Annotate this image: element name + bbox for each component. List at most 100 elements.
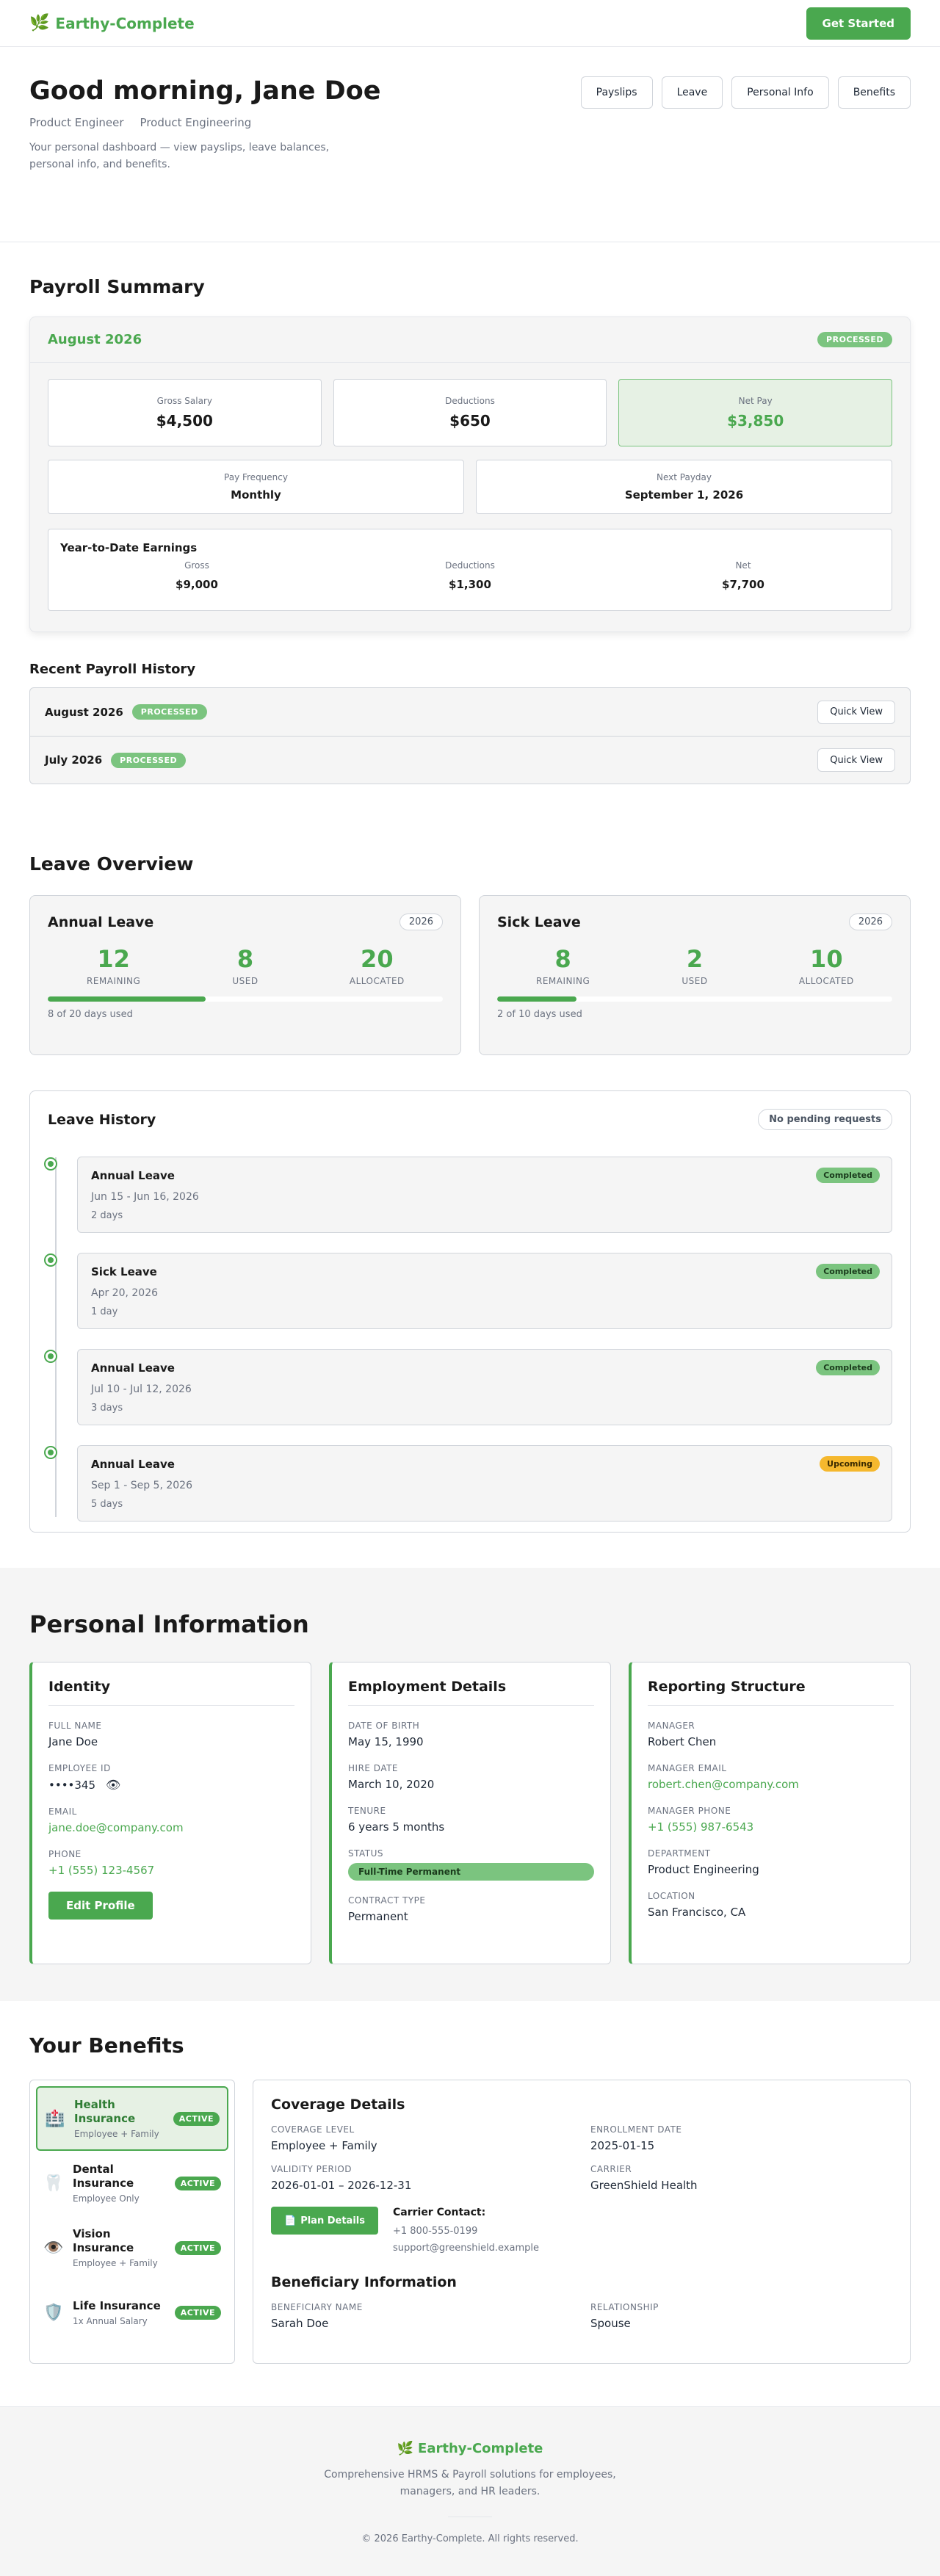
leave-dates: Jun 15 - Jun 16, 2026	[91, 1191, 199, 1203]
leave-note: 8 of 20 days used	[48, 1009, 133, 1020]
beneficiary-title: Beneficiary Information	[271, 2274, 457, 2290]
coverage-title: Coverage Details	[271, 2096, 405, 2113]
tab-leave[interactable]: Leave	[661, 76, 723, 109]
card-title: Identity	[48, 1679, 294, 1706]
quick-view-button[interactable]: Quick View	[817, 700, 895, 724]
tab-personal-info[interactable]: Personal Info	[731, 76, 829, 109]
leave-card-title: Sick Leave	[497, 913, 581, 930]
leave-progress-fill	[48, 996, 206, 1002]
benefit-item-life[interactable]: 🛡️ Life Insurance 1x Annual Salary ACTIVE	[36, 2280, 228, 2345]
stat-value: $650	[449, 412, 491, 430]
payroll-month: August 2026	[48, 332, 142, 347]
leave-caption: ALLOCATED	[349, 976, 405, 986]
leave-progress-bar	[48, 996, 443, 1002]
leave-card-title: Annual Leave	[48, 913, 154, 930]
leave-number: 12	[97, 945, 130, 973]
leave-type: Annual Leave	[91, 1361, 175, 1375]
ytd-value: $9,000	[176, 578, 218, 591]
coverage-details-panel: Coverage Details COVERAGE LEVEL Employee …	[253, 2080, 911, 2364]
field-label: STATUS	[348, 1848, 384, 1859]
brand-logo[interactable]: 🌿 Earthy-Complete	[29, 14, 195, 32]
eye-icon: 👁️	[43, 2238, 64, 2257]
hospital-icon: 🏥	[45, 2109, 65, 2128]
benefit-sub: Employee + Family	[73, 2258, 158, 2268]
employment-status-badge: Full-Time Permanent	[348, 1863, 594, 1881]
manager-phone-link[interactable]: +1 (555) 987-6543	[648, 1820, 894, 1834]
leave-caption: REMAINING	[87, 976, 141, 986]
relationship-value: Spouse	[590, 2317, 631, 2330]
leave-dates: Sep 1 - Sep 5, 2026	[91, 1480, 192, 1491]
stat-label: Next Payday	[657, 472, 712, 482]
get-started-button[interactable]: Get Started	[806, 7, 911, 40]
tab-payslips[interactable]: Payslips	[580, 76, 653, 109]
deductions-stat: Deductions $650	[333, 379, 607, 446]
leave-type: Annual Leave	[91, 1458, 175, 1471]
history-month: August 2026	[45, 705, 123, 719]
tab-benefits[interactable]: Benefits	[837, 76, 911, 109]
field-label: MANAGER	[648, 1721, 695, 1731]
phone-link[interactable]: +1 (555) 123-4567	[48, 1864, 294, 1877]
timeline-dot-icon	[44, 1446, 57, 1459]
benefits-list: 🏥 Health Insurance Employee + Family ACTI…	[29, 2080, 235, 2364]
plan-details-button[interactable]: 📄 Plan Details	[271, 2207, 378, 2235]
benefit-name: Life Insurance	[73, 2298, 161, 2312]
footer-brand[interactable]: 🌿 Earthy-Complete	[397, 2441, 543, 2456]
leave-allocated: 20 ALLOCATED	[311, 945, 443, 986]
leave-used: 8 USED	[179, 945, 311, 986]
sick-leave-card: Sick Leave 2026 8 REMAINING 2 USED 10 AL…	[479, 895, 911, 1055]
copyright: © 2026 Earthy-Complete. All rights reser…	[361, 2533, 579, 2544]
benefit-item-health[interactable]: 🏥 Health Insurance Employee + Family ACTI…	[36, 2086, 228, 2151]
coverage-value: Employee + Family	[271, 2139, 377, 2152]
hero-description: Your personal dashboard — view payslips,…	[29, 142, 330, 170]
leave-number: 10	[810, 945, 843, 973]
annual-leave-card: Annual Leave 2026 12 REMAINING 8 USED 20…	[29, 895, 461, 1055]
leave-progress-bar	[497, 996, 892, 1002]
email-link[interactable]: jane.doe@company.com	[48, 1821, 294, 1834]
leave-days: 3 days	[91, 1403, 123, 1414]
carrier-contact-title: Carrier Contact:	[392, 2207, 486, 2218]
benefit-name: Dental Insurance	[73, 2163, 134, 2190]
quick-view-button[interactable]: Quick View	[817, 748, 895, 772]
leave-caption: REMAINING	[536, 976, 590, 986]
leaf-icon: 🌿	[29, 14, 50, 32]
leave-note: 2 of 10 days used	[497, 1009, 582, 1020]
payroll-card-header: August 2026 PROCESSED	[30, 317, 910, 363]
payroll-history-list: August 2026 PROCESSED Quick View July 20…	[29, 687, 911, 784]
edit-profile-button[interactable]: Edit Profile	[48, 1892, 153, 1920]
leave-number: 2	[686, 945, 704, 973]
field-label: BENEFICIARY NAME	[271, 2302, 363, 2312]
stat-label: Net Pay	[738, 396, 773, 406]
validity-value: 2026-01-01 – 2026-12-31	[271, 2179, 412, 2192]
timeline-dot-icon	[44, 1157, 57, 1171]
personal-info-title: Personal Information	[29, 1610, 309, 1638]
stat-label: Gross Salary	[156, 396, 212, 406]
timeline-dot-icon	[44, 1350, 57, 1363]
brand-name: Earthy-Complete	[55, 14, 195, 32]
quick-nav: Payslips Leave Personal Info Benefits	[580, 76, 911, 109]
tenure-value: 6 years 5 months	[348, 1820, 445, 1834]
reveal-eye-icon[interactable]: 👁	[106, 1778, 120, 1792]
footer-brand-name: Earthy-Complete	[418, 2441, 543, 2456]
top-nav: 🌿 Earthy-Complete Get Started	[0, 0, 940, 47]
leave-history-item: Annual Leave Sep 1 - Sep 5, 2026 5 days …	[44, 1445, 892, 1522]
field-label: RELATIONSHIP	[590, 2302, 659, 2312]
leave-remaining: 8 REMAINING	[497, 945, 629, 986]
benefit-item-dental[interactable]: 🦷 Dental Insurance Employee Only ACTIVE	[36, 2151, 228, 2215]
field-label: EMPLOYEE ID	[48, 1763, 111, 1773]
contract-value: Permanent	[348, 1910, 408, 1923]
leave-status-badge: Completed	[816, 1360, 880, 1375]
leave-history-card: Leave History No pending requests Annual…	[29, 1090, 911, 1533]
benefit-item-vision[interactable]: 👁️ Vision Insurance Employee + Family ACT…	[36, 2215, 228, 2280]
benefit-sub: Employee + Family	[74, 2129, 159, 2139]
leave-days: 2 days	[91, 1210, 123, 1221]
field-label: LOCATION	[648, 1891, 695, 1901]
payroll-history-row: July 2026 PROCESSED Quick View	[30, 736, 910, 784]
reporting-card: Reporting Structure MANAGER Robert Chen M…	[629, 1662, 911, 1964]
ytd-value: $7,700	[722, 578, 764, 591]
manager-email-link[interactable]: robert.chen@company.com	[648, 1778, 894, 1791]
payroll-section: Payroll Summary August 2026 PROCESSED Gr…	[0, 242, 940, 784]
ytd-gross: Gross $9,000	[60, 560, 333, 591]
year-pill: 2026	[848, 913, 892, 930]
leave-status-badge: Completed	[816, 1264, 880, 1279]
status-badge: PROCESSED	[111, 752, 187, 768]
